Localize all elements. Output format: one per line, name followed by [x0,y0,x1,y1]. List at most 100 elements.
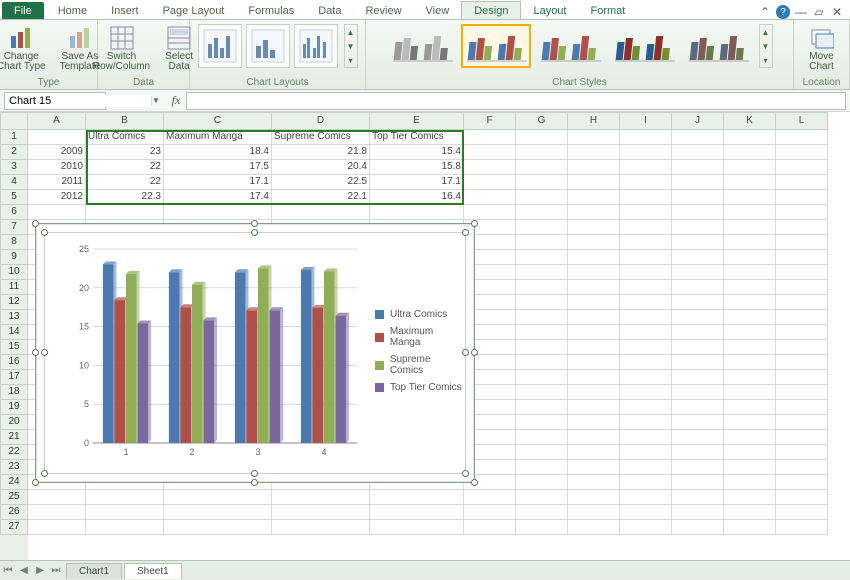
cell-I16[interactable] [620,355,672,370]
handle-tr[interactable] [471,220,478,227]
cell-F6[interactable] [464,205,516,220]
cell-C25[interactable] [164,490,272,505]
cell-H2[interactable] [568,145,620,160]
cell-G21[interactable] [516,430,568,445]
cell-I3[interactable] [620,160,672,175]
cell-B5[interactable]: 22.3 [86,190,164,205]
cell-L23[interactable] [776,460,828,475]
cell-G25[interactable] [516,490,568,505]
cell-F27[interactable] [464,520,516,535]
cell-L6[interactable] [776,205,828,220]
handle-l[interactable] [32,349,39,356]
cell-H22[interactable] [568,445,620,460]
col-header-D[interactable]: D [272,112,370,130]
cell-J11[interactable] [672,280,724,295]
cell-K26[interactable] [724,505,776,520]
inner-handle-r[interactable] [462,349,469,356]
cell-G9[interactable] [516,250,568,265]
handle-t[interactable] [251,220,258,227]
cell-K19[interactable] [724,400,776,415]
cell-C5[interactable]: 17.4 [164,190,272,205]
cell-H16[interactable] [568,355,620,370]
cell-I25[interactable] [620,490,672,505]
cell-I24[interactable] [620,475,672,490]
cell-K23[interactable] [724,460,776,475]
cell-J13[interactable] [672,310,724,325]
cell-J2[interactable] [672,145,724,160]
chart-legend[interactable]: Ultra ComicsMaximum MangaSupreme ComicsT… [375,303,465,399]
row-header-8[interactable]: 8 [0,235,28,250]
cell-K27[interactable] [724,520,776,535]
row-header-11[interactable]: 11 [0,280,28,295]
cell-L17[interactable] [776,370,828,385]
cell-J24[interactable] [672,475,724,490]
cell-J4[interactable] [672,175,724,190]
cell-J23[interactable] [672,460,724,475]
legend-item[interactable]: Maximum Manga [375,326,465,348]
cell-B25[interactable] [86,490,164,505]
name-box-input[interactable] [5,95,151,107]
row-header-4[interactable]: 4 [0,175,28,190]
tab-view[interactable]: View [414,2,462,19]
cell-C2[interactable]: 18.4 [164,145,272,160]
cell-J3[interactable] [672,160,724,175]
cell-L9[interactable] [776,250,828,265]
row-header-19[interactable]: 19 [0,400,28,415]
cell-I1[interactable] [620,130,672,145]
cell-C26[interactable] [164,505,272,520]
window-restore-icon[interactable]: ▱ [812,5,826,19]
cell-I15[interactable] [620,340,672,355]
cell-K9[interactable] [724,250,776,265]
cell-F5[interactable] [464,190,516,205]
name-box-dropdown-icon[interactable]: ▼ [151,96,160,105]
cell-B27[interactable] [86,520,164,535]
row-header-15[interactable]: 15 [0,340,28,355]
more-icon[interactable]: ▾ [345,53,357,67]
cell-K22[interactable] [724,445,776,460]
cell-G2[interactable] [516,145,568,160]
col-header-L[interactable]: L [776,112,828,130]
cell-H9[interactable] [568,250,620,265]
cell-H14[interactable] [568,325,620,340]
cell-L10[interactable] [776,265,828,280]
move-chart-button[interactable]: Move Chart [803,24,841,74]
cell-F3[interactable] [464,160,516,175]
cell-B2[interactable]: 23 [86,145,164,160]
cell-L5[interactable] [776,190,828,205]
cell-H4[interactable] [568,175,620,190]
cell-I7[interactable] [620,220,672,235]
cell-I4[interactable] [620,175,672,190]
cell-K16[interactable] [724,355,776,370]
cell-K17[interactable] [724,370,776,385]
row-header-3[interactable]: 3 [0,160,28,175]
legend-item[interactable]: Supreme Comics [375,354,465,376]
row-header-1[interactable]: 1 [0,130,28,145]
cell-J26[interactable] [672,505,724,520]
sheet-tab-sheet1[interactable]: Sheet1 [124,563,182,579]
help-icon[interactable]: ? [776,5,790,19]
col-header-J[interactable]: J [672,112,724,130]
cell-A5[interactable]: 2012 [28,190,86,205]
cell-H19[interactable] [568,400,620,415]
inner-handle-l[interactable] [41,349,48,356]
handle-r[interactable] [471,349,478,356]
col-header-E[interactable]: E [370,112,464,130]
cell-H10[interactable] [568,265,620,280]
col-header-B[interactable]: B [86,112,164,130]
cell-J1[interactable] [672,130,724,145]
cell-A4[interactable]: 2011 [28,175,86,190]
chart-layout-3[interactable] [294,24,338,68]
row-header-13[interactable]: 13 [0,310,28,325]
cell-K21[interactable] [724,430,776,445]
cell-J10[interactable] [672,265,724,280]
cell-H25[interactable] [568,490,620,505]
cell-L15[interactable] [776,340,828,355]
cell-K24[interactable] [724,475,776,490]
cell-J25[interactable] [672,490,724,505]
row-header-6[interactable]: 6 [0,205,28,220]
row-header-23[interactable]: 23 [0,460,28,475]
inner-handle-b[interactable] [251,470,258,477]
cell-G8[interactable] [516,235,568,250]
row-header-14[interactable]: 14 [0,325,28,340]
sheet-nav-last-icon[interactable]: ⏭ [48,565,64,576]
